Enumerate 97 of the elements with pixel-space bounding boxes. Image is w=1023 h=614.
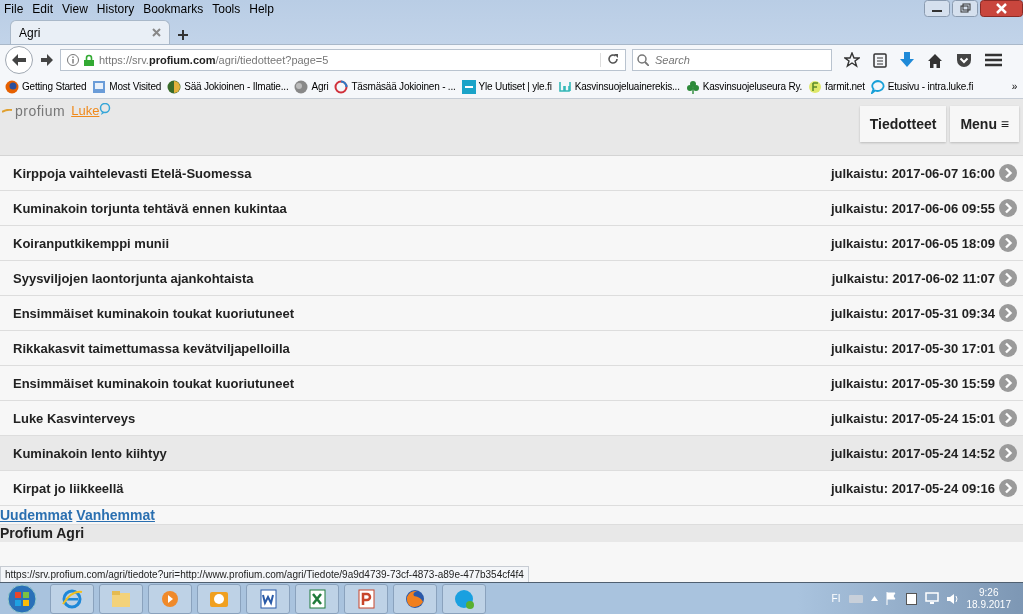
publish-date: julkaistu: 2017-06-02 11:07	[831, 270, 995, 286]
chevron-right-icon[interactable]	[999, 409, 1017, 427]
bookmark-link[interactable]: Täsmäsää Jokioinen - ...	[334, 79, 456, 94]
logo-text: profium	[15, 103, 66, 119]
partner-logo-text: Luke	[71, 103, 100, 118]
clipboard-icon[interactable]	[905, 592, 917, 605]
bookmark-link[interactable]: Yle Uutiset | yle.fi	[461, 79, 552, 94]
bookmark-icon	[92, 79, 107, 94]
network-icon[interactable]	[924, 592, 939, 605]
menu-item[interactable]: Tools	[212, 2, 241, 16]
slide-p-icon[interactable]	[355, 587, 377, 610]
caret-up-icon[interactable]	[870, 596, 878, 601]
speaker-icon[interactable]	[946, 592, 959, 605]
bookmark-icon	[808, 79, 823, 94]
announcement-title: Rikkakasvit taimettumassa kevätviljapelloilla	[13, 340, 290, 356]
bookmark-icon	[167, 79, 182, 94]
chevron-right-icon[interactable]	[999, 339, 1017, 357]
announcement-title: Syysviljojen laontorjunta ajankohtaista	[13, 270, 254, 286]
chevron-right-icon[interactable]	[999, 269, 1017, 287]
menu-item[interactable]: Edit	[32, 2, 54, 16]
announcement-title: Koiranputkikemppi munii	[13, 235, 169, 251]
announcement-title: Ensimmäiset kuminakoin toukat kuoriutuneet	[13, 375, 294, 391]
menu-item[interactable]: Help	[249, 2, 274, 16]
publish-date: julkaistu: 2017-05-24 09:16	[830, 480, 995, 496]
chevron-right-icon[interactable]	[999, 479, 1017, 497]
bookmark-link[interactable]: farmit.net	[808, 79, 865, 94]
bookmark-link[interactable]: Sää Jokioinen - Ilmatie...	[167, 79, 289, 94]
bookmark-link[interactable]: Most Visited	[92, 79, 162, 94]
chevron-right-icon[interactable]	[999, 374, 1017, 392]
chevron-right-icon[interactable]	[999, 234, 1017, 252]
pager-link[interactable]: Vanhemmat	[76, 507, 155, 523]
bookmark-icon	[294, 79, 309, 94]
publish-date: julkaistu: 2017-05-24 14:52	[830, 445, 995, 461]
menu-icon[interactable]	[985, 53, 1002, 67]
menu-item[interactable]: File	[4, 2, 24, 16]
document-w-icon[interactable]	[257, 587, 279, 610]
announcement-row[interactable]: Kuminakoin lento kiihtyy julkaistu: 2017-05-24 14:52	[0, 436, 1023, 471]
bookmark-icon	[334, 79, 349, 94]
nav-button[interactable]: Menu ≡	[950, 106, 1019, 142]
forward-icon[interactable]	[40, 53, 54, 67]
clipboard-icon[interactable]	[873, 52, 887, 68]
overflow-chevron[interactable]: »	[1011, 81, 1017, 92]
menu-item[interactable]: History	[96, 2, 135, 16]
bookmark-icon	[685, 79, 700, 94]
bookmark-link[interactable]: Agri	[294, 79, 329, 94]
sheet-x-icon[interactable]	[306, 587, 328, 610]
bookmark-icon	[870, 79, 885, 94]
publish-date: julkaistu: 2017-05-30 15:59	[830, 375, 995, 391]
chevron-right-icon[interactable]	[999, 444, 1017, 462]
info-icon[interactable]	[67, 54, 79, 66]
announcement-title: Luke Kasvinterveys	[13, 410, 136, 426]
announcement-title: Kuminakoin lento kiihtyy	[13, 445, 167, 461]
minimize-icon[interactable]	[924, 0, 950, 17]
bookmark-icon	[461, 79, 476, 94]
menu-item[interactable]: Bookmarks	[143, 2, 204, 16]
pager-link[interactable]: Uudemmat	[0, 507, 73, 523]
bookmark-link[interactable]: Getting Started	[5, 79, 87, 94]
publish-date: julkaistu: 2017-05-24 15:01	[830, 410, 995, 426]
announcement-title: Kirpat jo liikkeellä	[13, 480, 124, 496]
browser-tab[interactable]: Agri	[10, 20, 170, 44]
publish-date: julkaistu: 2017-06-07 16:00	[830, 165, 995, 181]
flag-icon[interactable]	[885, 592, 898, 605]
restore-icon[interactable]	[952, 0, 978, 17]
bookmark-link[interactable]: Kasvinsuojeluseura Ry.	[685, 79, 803, 94]
bookmark-icon	[557, 79, 572, 94]
menu-item[interactable]: View	[62, 2, 88, 16]
search-icon	[637, 54, 649, 66]
reload-icon[interactable]	[607, 53, 619, 65]
publish-date: julkaistu: 2017-05-30 17:01	[830, 340, 995, 356]
publish-date: julkaistu: 2017-06-05 18:09	[830, 235, 995, 251]
announcement-title: Kuminakoin torjunta tehtävä ennen kukintaa	[13, 200, 287, 216]
publish-date: julkaistu: 2017-06-06 09:55	[830, 200, 995, 216]
pocket-icon[interactable]	[956, 52, 972, 68]
back-icon[interactable]	[4, 46, 34, 74]
chat-s-icon[interactable]	[453, 587, 475, 610]
announcement-title: Kirppoja vaihtelevasti Etelä-Suomessa	[13, 165, 252, 181]
bookmark-link[interactable]: Kasvinsuojeluainerekis...	[557, 79, 680, 94]
bookmark-link[interactable]: Etusivu - intra.luke.fi	[870, 79, 974, 94]
lock-icon[interactable]	[84, 54, 94, 66]
star-icon[interactable]	[844, 52, 860, 68]
publish-date: julkaistu: 2017-05-31 09:34	[830, 305, 995, 321]
search-field[interactable]: Search	[632, 49, 832, 71]
globe-fox-icon[interactable]	[404, 587, 426, 610]
chevron-right-icon[interactable]	[999, 199, 1017, 217]
bookmark-icon	[5, 79, 19, 94]
download-icon[interactable]	[900, 52, 914, 68]
announcement-title: Ensimmäiset kuminakoin toukat kuoriutuneet	[13, 305, 294, 321]
close-icon[interactable]	[980, 0, 1023, 17]
home-icon[interactable]	[927, 52, 943, 68]
browser-e-icon[interactable]	[61, 587, 83, 610]
chevron-right-icon[interactable]	[999, 164, 1017, 182]
speech-bubble-icon	[99, 103, 112, 115]
chevron-right-icon[interactable]	[999, 304, 1017, 322]
nav-button[interactable]: Tiedotteet	[859, 106, 947, 142]
footer-text: Profium Agri	[0, 525, 85, 542]
swoosh-icon	[2, 109, 12, 113]
new-tab-icon[interactable]	[178, 30, 188, 40]
